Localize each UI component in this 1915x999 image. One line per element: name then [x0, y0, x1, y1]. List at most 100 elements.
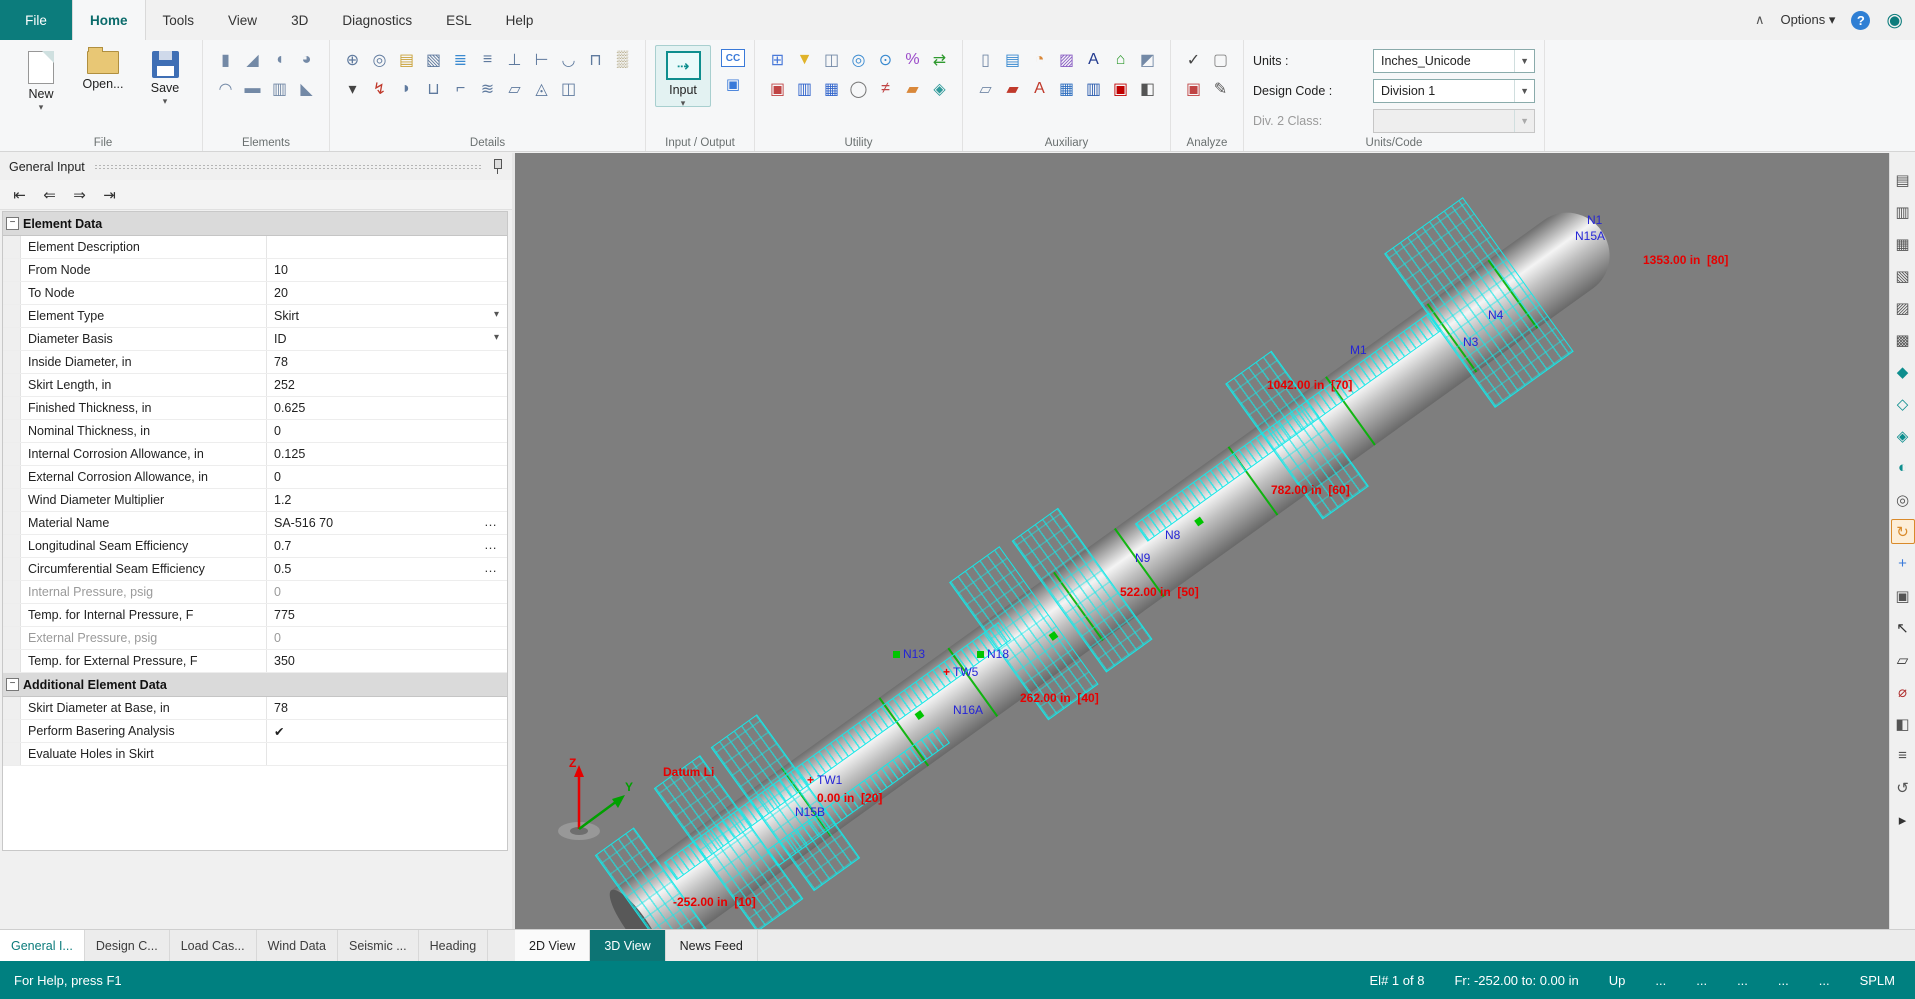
dropdown-arrow-icon[interactable]: ▾ — [163, 98, 168, 104]
bolt-calc-icon[interactable]: ▰ — [901, 77, 925, 101]
collapse-section-icon[interactable]: − — [6, 217, 19, 230]
menu-tab-tools[interactable]: Tools — [146, 0, 212, 40]
pipe-icon[interactable]: ▯ — [974, 48, 998, 72]
clipping-plane-icon[interactable]: ◧ — [1891, 711, 1915, 736]
menu-tab-file[interactable]: File — [0, 0, 72, 40]
tank-icon[interactable]: ◫ — [820, 48, 844, 72]
menu-tab-3d[interactable]: 3D — [274, 0, 325, 40]
ring-calc-icon[interactable]: ▦ — [820, 77, 844, 101]
field-value-circumferential-seam-efficiency[interactable]: 0.5… — [267, 558, 507, 580]
nozzle-icon[interactable]: ⊕ — [341, 48, 365, 72]
flange-calc-icon[interactable]: ▥ — [793, 77, 817, 101]
weight-icon[interactable]: ▾ — [341, 77, 365, 101]
field-value-element-type[interactable]: Skirt▾ — [267, 305, 507, 327]
calc-report-icon[interactable]: ▧ — [1891, 263, 1915, 288]
field-value-temp-for-internal-pressure-f[interactable]: 775 — [267, 604, 507, 626]
clip-icon[interactable]: ⌐ — [449, 77, 473, 101]
elliptical-head-icon[interactable]: ◖ — [268, 48, 292, 72]
dropdown-arrow-icon[interactable]: ▾ — [681, 100, 686, 106]
menu-tab-esl[interactable]: ESL — [429, 0, 489, 40]
tailing-lug-icon[interactable]: ◬ — [530, 77, 554, 101]
field-value-evaluate-holes-in-skirt[interactable] — [267, 743, 507, 765]
material-database-icon[interactable]: ◩ — [1136, 48, 1160, 72]
field-value-internal-pressure-psig[interactable]: 0 — [267, 581, 507, 603]
next-element-button[interactable]: ⇒ — [67, 183, 92, 206]
chevron-down-icon[interactable]: ▾ — [494, 332, 499, 343]
calculator2-icon[interactable]: ▥ — [1082, 77, 1106, 101]
misc-utility-icon[interactable]: ◈ — [928, 77, 952, 101]
spreadsheet-icon[interactable]: ▦ — [1055, 77, 1079, 101]
field-value-external-corrosion-allowance-in[interactable]: 0 — [267, 466, 507, 488]
cc-output-icon[interactable]: CC — [721, 49, 745, 67]
dxf-export-icon[interactable]: ▨ — [1055, 48, 1079, 72]
annotation-icon[interactable]: A — [1082, 48, 1106, 72]
tolerance-icon[interactable]: ≠ — [874, 77, 898, 101]
panel-tab-general-i[interactable]: General I... — [0, 930, 85, 961]
rotate-view-icon[interactable]: ↻ — [1891, 519, 1915, 544]
stiffening-ring-icon[interactable]: ◎ — [368, 48, 392, 72]
field-value-wind-diameter-multiplier[interactable]: 1.2 — [267, 489, 507, 511]
menu-tab-diagnostics[interactable]: Diagnostics — [325, 0, 429, 40]
view-tab-3d-view[interactable]: 3D View — [590, 930, 665, 961]
field-value-longitudinal-seam-efficiency[interactable]: 0.7… — [267, 535, 507, 557]
select-element-icon[interactable]: ▱ — [1891, 647, 1915, 672]
previous-element-button[interactable]: ⇐ — [37, 183, 62, 206]
report-template-icon[interactable]: ▤ — [1001, 48, 1025, 72]
review-reports-icon[interactable]: ✎ — [1209, 77, 1233, 101]
collapse-ribbon-icon[interactable]: ∧ — [1755, 12, 1765, 28]
viewport-3d[interactable]: Z Y N1N15A1353.00 in [80]N4N3M11042.00 i… — [515, 153, 1889, 929]
ellipsis-button[interactable]: … — [484, 560, 498, 575]
panel-tab-design-c[interactable]: Design C... — [85, 930, 170, 961]
grid-section-element-data[interactable]: −Element Data — [3, 212, 507, 236]
torispherical-head-icon[interactable]: ◠ — [214, 77, 238, 101]
field-value-material-name[interactable]: SA-516 70… — [267, 512, 507, 534]
halfpipe-jacket-icon[interactable]: ◗ — [395, 77, 419, 101]
ellipsis-button[interactable]: … — [484, 514, 498, 529]
panel-tab-heading[interactable]: Heading — [419, 930, 489, 961]
pan-view-icon[interactable]: + — [1891, 551, 1915, 576]
percent-icon[interactable]: % — [901, 48, 925, 72]
panel-tab-seismic[interactable]: Seismic ... — [338, 930, 419, 961]
view-tab-news-feed[interactable]: News Feed — [666, 930, 758, 961]
field-value-from-node[interactable]: 10 — [267, 259, 507, 281]
chevron-down-icon[interactable]: ▾ — [494, 309, 499, 320]
output-view-icon[interactable]: ▣ — [726, 75, 740, 93]
body-flange-icon[interactable]: ▥ — [268, 77, 292, 101]
field-value-external-pressure-psig[interactable]: 0 — [267, 627, 507, 649]
field-value-to-node[interactable]: 20 — [267, 282, 507, 304]
acrobat-icon[interactable]: ▣ — [1109, 77, 1133, 101]
options-menu[interactable]: Options ▾ — [1780, 12, 1835, 28]
word-export-icon[interactable]: ▰ — [1001, 77, 1025, 101]
collapse-section-icon[interactable]: − — [6, 678, 19, 691]
search-icon[interactable]: ⊙ — [874, 48, 898, 72]
field-value-nominal-thickness-in[interactable]: 0 — [267, 420, 507, 442]
stress-report-icon[interactable]: ▣ — [766, 77, 790, 101]
spherical-head-icon[interactable]: ◕ — [295, 48, 319, 72]
translucent-view-icon[interactable]: ◐ — [1891, 455, 1915, 480]
insulation-icon[interactable]: ▤ — [395, 48, 419, 72]
platform-icon[interactable]: ≣ — [449, 48, 473, 72]
force-moment-icon[interactable]: ↯ — [368, 77, 392, 101]
panel-tab-load-cas[interactable]: Load Cas... — [170, 930, 257, 961]
filter-icon[interactable]: ▼ — [793, 48, 817, 72]
summary-report-icon[interactable]: ▨ — [1891, 295, 1915, 320]
analyze-icon[interactable]: ▣ — [1182, 77, 1206, 101]
image-export-icon[interactable]: ▱ — [974, 77, 998, 101]
view-tab-2d-view[interactable]: 2D View — [515, 930, 590, 961]
input-button[interactable]: ⇢Input▾ — [655, 45, 711, 107]
panel-tab-wind-data[interactable]: Wind Data — [257, 930, 338, 961]
help-icon[interactable]: ? — [1851, 11, 1870, 30]
field-value-inside-diameter-in[interactable]: 78 — [267, 351, 507, 373]
select-cursor-icon[interactable]: ↖ — [1891, 615, 1915, 640]
calculator-icon[interactable]: ⊞ — [766, 48, 790, 72]
paint-icon[interactable]: ◔ — [1028, 48, 1052, 72]
zoom-window-icon[interactable]: ▣ — [1891, 583, 1915, 608]
shaded-solid-view-icon[interactable]: ◆ — [1891, 359, 1915, 384]
menu-tab-home[interactable]: Home — [72, 0, 146, 40]
input-listing-icon[interactable]: ▥ — [1891, 199, 1915, 224]
last-element-button[interactable]: ⇥ — [97, 183, 122, 206]
field-value-element-description[interactable] — [267, 236, 507, 258]
quick-results-icon[interactable]: ▢ — [1209, 48, 1233, 72]
center-of-gravity-icon[interactable]: ◎ — [847, 48, 871, 72]
pin-icon[interactable] — [491, 158, 503, 175]
